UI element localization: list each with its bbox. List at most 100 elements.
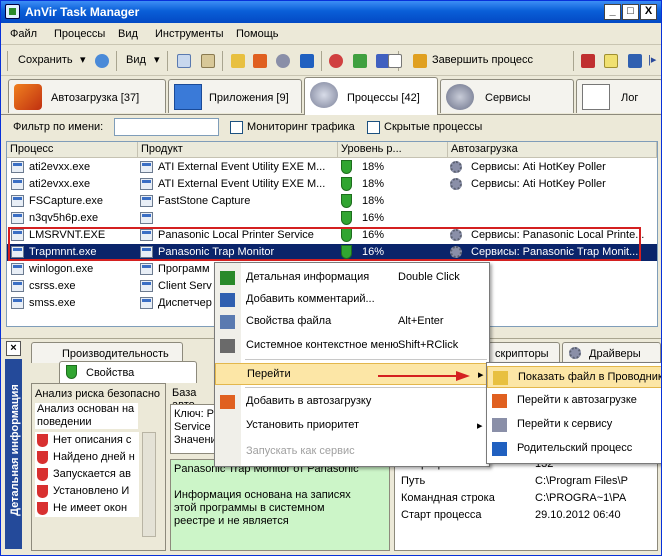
risk-cell: 18% (340, 193, 446, 210)
maximize-button[interactable]: □ (622, 4, 639, 20)
context-menu-item[interactable]: Запускать как сервис (215, 441, 489, 463)
toolbar-separator (167, 51, 168, 71)
process-name: n3qv5h6p.exe (29, 212, 99, 224)
table-header: Процесс Продукт Уровень р... Автозагрузк… (7, 142, 657, 158)
tab-autorun[interactable]: Автозагрузка [37] (8, 79, 166, 113)
submenu-item-label: Родительский процесс (517, 442, 633, 454)
product-name: Panasonic Trap Monitor (158, 246, 275, 258)
tab-properties[interactable]: Свойства (59, 361, 197, 383)
tab-applications[interactable]: Приложения [9] (168, 79, 302, 113)
table-row[interactable]: FSCapture.exe FastStone Capture 18% (7, 193, 657, 210)
info-text: Информация основана на записях этой прог… (174, 489, 351, 527)
save-dropdown-icon[interactable]: ▾ (77, 50, 89, 72)
end-process-button[interactable]: Завершить процесс (429, 50, 536, 72)
toolbar: Сохранить ▾ Вид ▾ Завершить процесс |▸ (1, 46, 661, 76)
table-row[interactable]: Trapmnnt.exe Panasonic Trap Monitor 16% … (7, 244, 657, 261)
context-menu-item[interactable]: Детальная информация Double Click (215, 267, 489, 289)
warning-shield-icon (37, 434, 48, 447)
settings-icon[interactable] (329, 54, 343, 68)
process-icon (11, 195, 24, 207)
autorun-value: Сервисы: Ati HotKey Poller (471, 161, 606, 173)
tab-descriptors[interactable]: скрипторы (488, 342, 560, 364)
risk-cell: 18% (340, 176, 446, 193)
tab-strip: Автозагрузка [37] Приложения [9] Процесс… (1, 77, 661, 115)
menu-processes[interactable]: Процессы (54, 28, 105, 40)
hidden-processes-checkbox[interactable] (367, 121, 380, 134)
menu-file[interactable]: Файл (10, 28, 37, 40)
tab-log[interactable]: Лог (576, 79, 661, 113)
menu-help[interactable]: Помощь (236, 28, 279, 40)
detail-value: C:\PROGRA~1\PA (535, 492, 627, 504)
window-icon[interactable] (353, 54, 367, 68)
column-process[interactable]: Процесс (7, 142, 138, 158)
priority-icon[interactable] (300, 54, 314, 68)
product-name: ATI External Event Utility EXE M... (158, 161, 326, 173)
note-icon[interactable] (604, 54, 618, 68)
gear-icon (450, 229, 462, 241)
db-panel: База авто (168, 383, 215, 411)
risk-item: Установлено И (35, 483, 139, 500)
product-name: Client Serv (158, 280, 212, 292)
shield-icon (66, 365, 77, 379)
traffic-label: Мониторинг трафика (247, 121, 355, 133)
notes-icon[interactable] (201, 54, 215, 68)
product-cell: ATI External Event Utility EXE M... (140, 176, 336, 193)
title-bar: AnVir Task Manager _ □ X (1, 1, 661, 23)
context-menu-item[interactable]: Добавить комментарий... (215, 289, 489, 311)
context-menu-item[interactable]: Добавить в автозагрузку (215, 391, 489, 413)
shield-icon (341, 228, 352, 242)
kill-icon[interactable] (581, 54, 595, 68)
submenu-item[interactable]: Перейти к сервису (487, 414, 661, 436)
table-row[interactable]: n3qv5h6p.exe 16% (7, 210, 657, 227)
menu-item-icon (220, 293, 235, 307)
service-icon[interactable] (276, 54, 290, 68)
minimize-button[interactable]: _ (604, 4, 621, 20)
view-dropdown-icon[interactable]: ▾ (151, 50, 163, 72)
details-vertical-tab[interactable]: Детальная информация (5, 359, 22, 549)
product-name: Panasonic Local Printer Service (158, 229, 314, 241)
column-product[interactable]: Продукт (138, 142, 338, 158)
table-row[interactable]: LMSRVNT.EXE Panasonic Local Printer Serv… (7, 227, 657, 244)
menu-tools[interactable]: Инструменты (155, 28, 224, 40)
refresh-icon[interactable] (95, 54, 109, 68)
new-document-icon[interactable] (388, 54, 402, 68)
context-menu-item[interactable]: Системное контекстное меню Shift+RClick (215, 335, 489, 357)
autorun-icon[interactable] (253, 54, 267, 68)
view-button[interactable]: Вид (123, 50, 149, 72)
submenu-item[interactable]: Родительский процесс (487, 438, 661, 460)
tab-performance[interactable]: Производительность (31, 342, 183, 363)
table-row[interactable]: ati2evxx.exe ATI External Event Utility … (7, 176, 657, 193)
risk-scrollbar[interactable] (142, 432, 156, 537)
context-menu-item[interactable]: Установить приоритет ▸ (215, 415, 489, 437)
process-cell: Trapmnnt.exe (11, 244, 138, 261)
tab-services-label: Сервисы (485, 92, 531, 104)
autorun-tab-icon (14, 84, 42, 110)
tab-processes[interactable]: Процессы [42] (304, 77, 438, 115)
tab-drivers[interactable]: Драйверы (562, 342, 661, 364)
folder-icon[interactable] (231, 54, 245, 68)
menu-view[interactable]: Вид (118, 28, 138, 40)
tab-applications-label: Приложения [9] (209, 92, 289, 104)
warning-shield-icon (37, 502, 48, 515)
properties-icon[interactable] (628, 54, 642, 68)
overflow-icon[interactable]: |▸ (645, 50, 659, 72)
details-close-icon[interactable]: × (6, 341, 21, 356)
submenu-item[interactable]: Показать файл в Проводнике (487, 366, 661, 388)
save-button[interactable]: Сохранить (15, 50, 76, 72)
process-icon (11, 246, 24, 258)
submenu-item[interactable]: Перейти к автозагрузке (487, 390, 661, 412)
product-icon (140, 229, 153, 241)
column-autorun[interactable]: Автозагрузка (448, 142, 657, 158)
menu-item-label: Перейти (247, 368, 291, 380)
risk-item-text: Не имеет окон (53, 502, 128, 514)
filter-input[interactable] (114, 118, 219, 136)
search-icon[interactable] (177, 54, 191, 68)
end-process-icon[interactable] (413, 54, 427, 68)
detail-row: Командная строка C:\PROGRA~1\PA (401, 492, 651, 508)
table-row[interactable]: ati2evxx.exe ATI External Event Utility … (7, 159, 657, 176)
close-button[interactable]: X (640, 4, 657, 20)
tab-services[interactable]: Сервисы (440, 79, 574, 113)
context-menu-item[interactable]: Свойства файла Alt+Enter (215, 311, 489, 333)
traffic-checkbox[interactable] (230, 121, 243, 134)
column-risk[interactable]: Уровень р... (338, 142, 448, 158)
